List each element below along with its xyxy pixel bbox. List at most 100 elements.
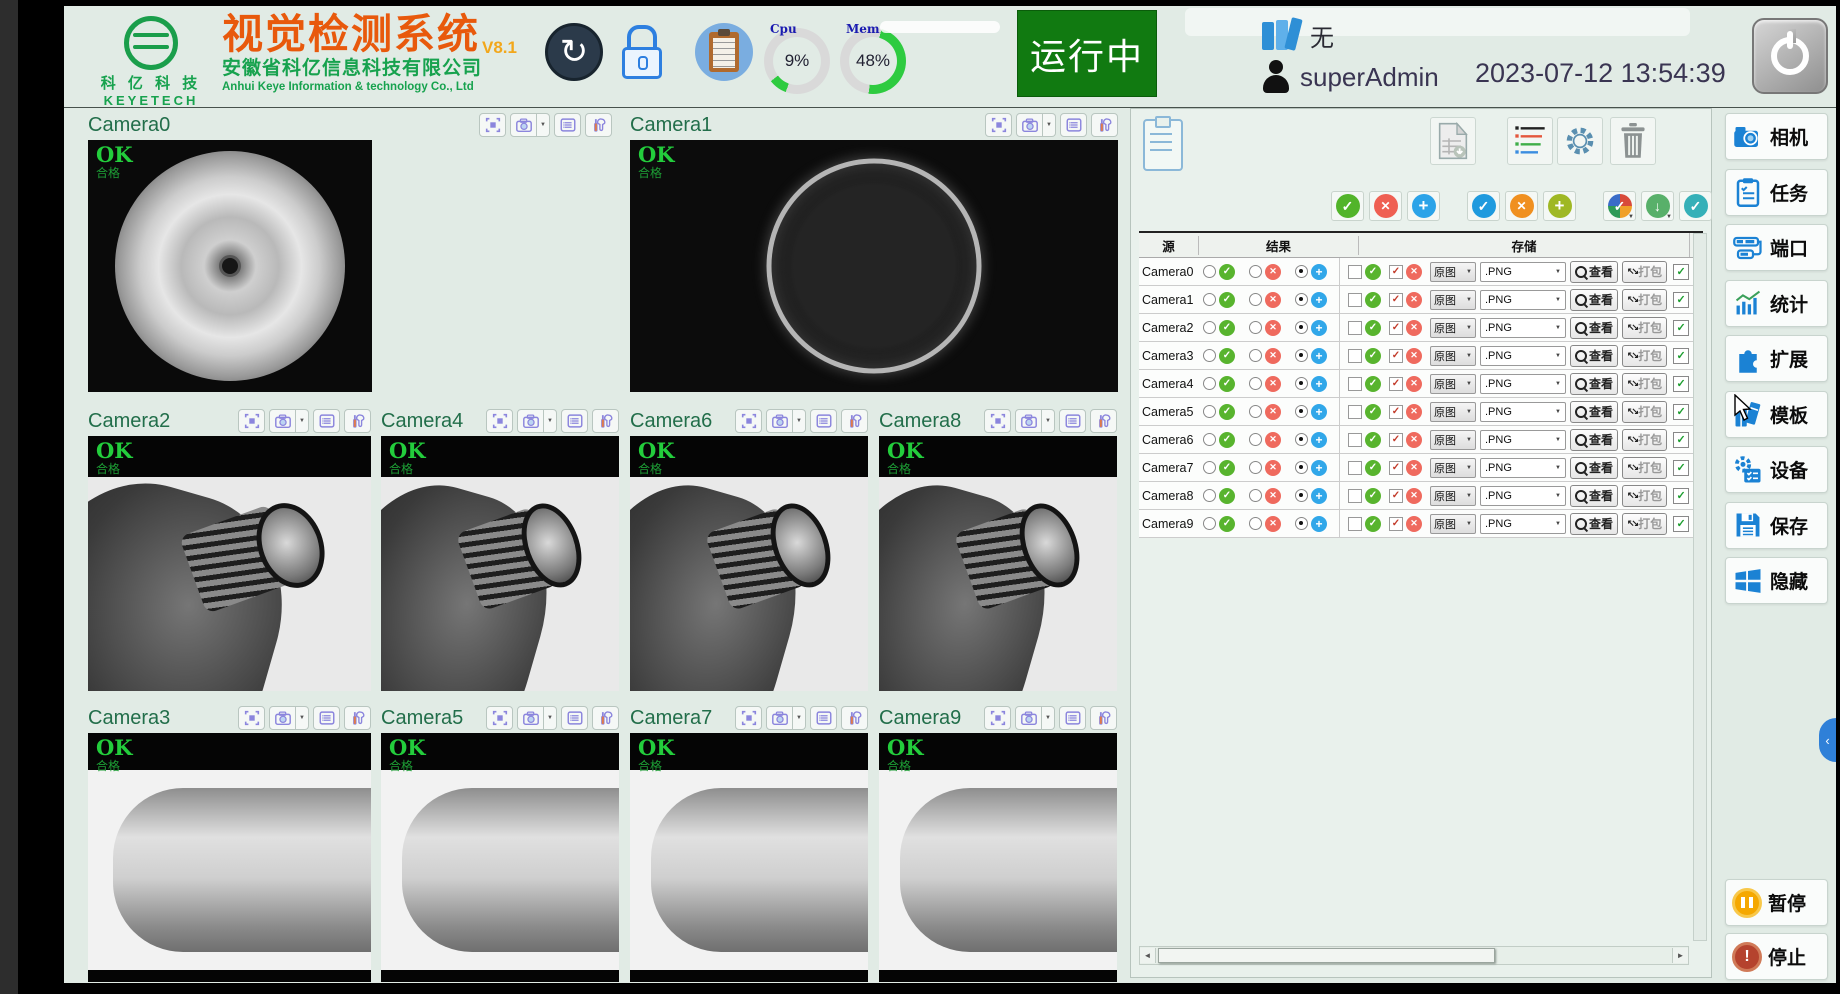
store-fail-checkbox[interactable]	[1389, 265, 1403, 279]
camera-image[interactable]: OK 合格	[88, 733, 371, 982]
scroll-left-arrow[interactable]: ◄	[1140, 948, 1156, 963]
result-all-radio[interactable]	[1295, 293, 1308, 306]
export-table-icon[interactable]	[1430, 117, 1476, 165]
list-button[interactable]	[1060, 113, 1087, 137]
fit-view-button[interactable]	[238, 706, 265, 730]
list-button[interactable]	[554, 113, 581, 137]
confirm-all-button[interactable]: ▼	[1679, 191, 1712, 221]
enable-checkbox[interactable]	[1673, 320, 1689, 336]
camera-image[interactable]: OK 合格	[381, 436, 619, 691]
result-all-radio[interactable]	[1295, 265, 1308, 278]
view-button[interactable]: 查看	[1570, 429, 1618, 451]
format-select[interactable]: .PNG	[1480, 514, 1566, 534]
snapshot-button[interactable]	[510, 113, 537, 137]
tools-button[interactable]	[585, 113, 612, 137]
tools-button[interactable]	[592, 706, 619, 730]
camera-image[interactable]: OK 合格	[630, 733, 868, 982]
sidebar-button-device[interactable]: 设备	[1725, 446, 1828, 493]
store-fail-checkbox[interactable]	[1389, 405, 1403, 419]
list-button[interactable]	[561, 706, 588, 730]
result-fail-radio[interactable]	[1249, 489, 1262, 502]
snapshot-button[interactable]	[766, 706, 793, 730]
sidebar-button-port[interactable]: 端口	[1725, 224, 1828, 271]
result-pass-radio[interactable]	[1203, 265, 1216, 278]
store-pass-checkbox[interactable]	[1348, 405, 1362, 419]
list-button[interactable]	[1059, 706, 1086, 730]
format-select[interactable]: .PNG	[1480, 290, 1566, 310]
store-pass-checkbox[interactable]	[1348, 293, 1362, 307]
snapshot-button[interactable]	[1015, 706, 1042, 730]
scroll-right-arrow[interactable]: ►	[1672, 948, 1688, 963]
store-pass-checkbox[interactable]	[1348, 377, 1362, 391]
image-type-select[interactable]: 原图	[1430, 486, 1476, 506]
pack-button[interactable]: ↖↘打包	[1622, 261, 1667, 283]
store-pass-checkbox[interactable]	[1348, 349, 1362, 363]
tools-button[interactable]	[841, 409, 868, 433]
store-fail-checkbox[interactable]	[1389, 321, 1403, 335]
tools-button[interactable]	[344, 706, 371, 730]
snapshot-button[interactable]	[517, 706, 544, 730]
format-select[interactable]: .PNG	[1480, 458, 1566, 478]
camera-image[interactable]: OK 合格	[88, 436, 371, 691]
store-pass-checkbox[interactable]	[1348, 433, 1362, 447]
list-button[interactable]	[313, 706, 340, 730]
tools-button[interactable]	[592, 409, 619, 433]
tools-button[interactable]	[1091, 113, 1118, 137]
snapshot-button[interactable]	[1015, 409, 1042, 433]
gear-icon[interactable]	[1557, 117, 1603, 165]
view-button[interactable]: 查看	[1570, 513, 1618, 535]
trash-icon[interactable]	[1610, 117, 1656, 165]
fit-view-button[interactable]	[486, 409, 513, 433]
snapshot-dropdown[interactable]: ▼	[296, 409, 309, 433]
list-button[interactable]	[561, 409, 588, 433]
snapshot-dropdown[interactable]: ▼	[537, 113, 550, 137]
format-select[interactable]: .PNG	[1480, 430, 1566, 450]
result-pass-radio[interactable]	[1203, 377, 1216, 390]
enable-checkbox[interactable]	[1673, 292, 1689, 308]
store-fail-checkbox[interactable]	[1389, 461, 1403, 475]
store-add-all-button[interactable]: ▼	[1543, 191, 1576, 221]
clipboard-icon[interactable]	[695, 23, 753, 81]
fit-view-button[interactable]	[985, 113, 1012, 137]
store-fail-checkbox[interactable]	[1389, 433, 1403, 447]
camera-image[interactable]: OK 合格	[630, 436, 868, 691]
store-fail-checkbox[interactable]	[1389, 517, 1403, 531]
result-all-radio[interactable]	[1295, 405, 1308, 418]
result-fail-radio[interactable]	[1249, 377, 1262, 390]
pack-button[interactable]: ↖↘打包	[1622, 457, 1667, 479]
lock-icon[interactable]	[618, 22, 666, 82]
store-fail-checkbox[interactable]	[1389, 377, 1403, 391]
result-fail-radio[interactable]	[1249, 433, 1262, 446]
list-button[interactable]	[810, 409, 837, 433]
fit-view-button[interactable]	[479, 113, 506, 137]
format-select[interactable]: .PNG	[1480, 346, 1566, 366]
fit-view-button[interactable]	[735, 706, 762, 730]
store-fail-checkbox[interactable]	[1389, 349, 1403, 363]
enable-checkbox[interactable]	[1673, 516, 1689, 532]
view-button[interactable]: 查看	[1570, 261, 1618, 283]
result-all-radio[interactable]	[1295, 489, 1308, 502]
result-fail-all-button[interactable]: ▼	[1369, 191, 1402, 221]
snapshot-dropdown[interactable]: ▼	[544, 706, 557, 730]
view-button[interactable]: 查看	[1570, 401, 1618, 423]
log-list-icon[interactable]	[1507, 117, 1553, 165]
store-pass-checkbox[interactable]	[1348, 461, 1362, 475]
store-pass-all-button[interactable]: ▼	[1467, 191, 1500, 221]
enable-checkbox[interactable]	[1673, 264, 1689, 280]
tools-button[interactable]	[841, 706, 868, 730]
result-fail-radio[interactable]	[1249, 265, 1262, 278]
snapshot-button[interactable]	[269, 409, 296, 433]
result-pass-radio[interactable]	[1203, 293, 1216, 306]
result-all-radio[interactable]	[1295, 433, 1308, 446]
image-type-select[interactable]: 原图	[1430, 458, 1476, 478]
view-button[interactable]: 查看	[1570, 289, 1618, 311]
chart-menu-button[interactable]: ▼	[1603, 191, 1636, 221]
result-fail-radio[interactable]	[1249, 461, 1262, 474]
format-select[interactable]: .PNG	[1480, 402, 1566, 422]
store-pass-checkbox[interactable]	[1348, 489, 1362, 503]
snapshot-dropdown[interactable]: ▼	[1042, 409, 1055, 433]
camera-image[interactable]: OK 合格	[879, 436, 1117, 691]
list-button[interactable]	[1059, 409, 1086, 433]
pause-button[interactable]: 暂停	[1725, 879, 1828, 926]
result-add-all-button[interactable]: ▼	[1407, 191, 1440, 221]
